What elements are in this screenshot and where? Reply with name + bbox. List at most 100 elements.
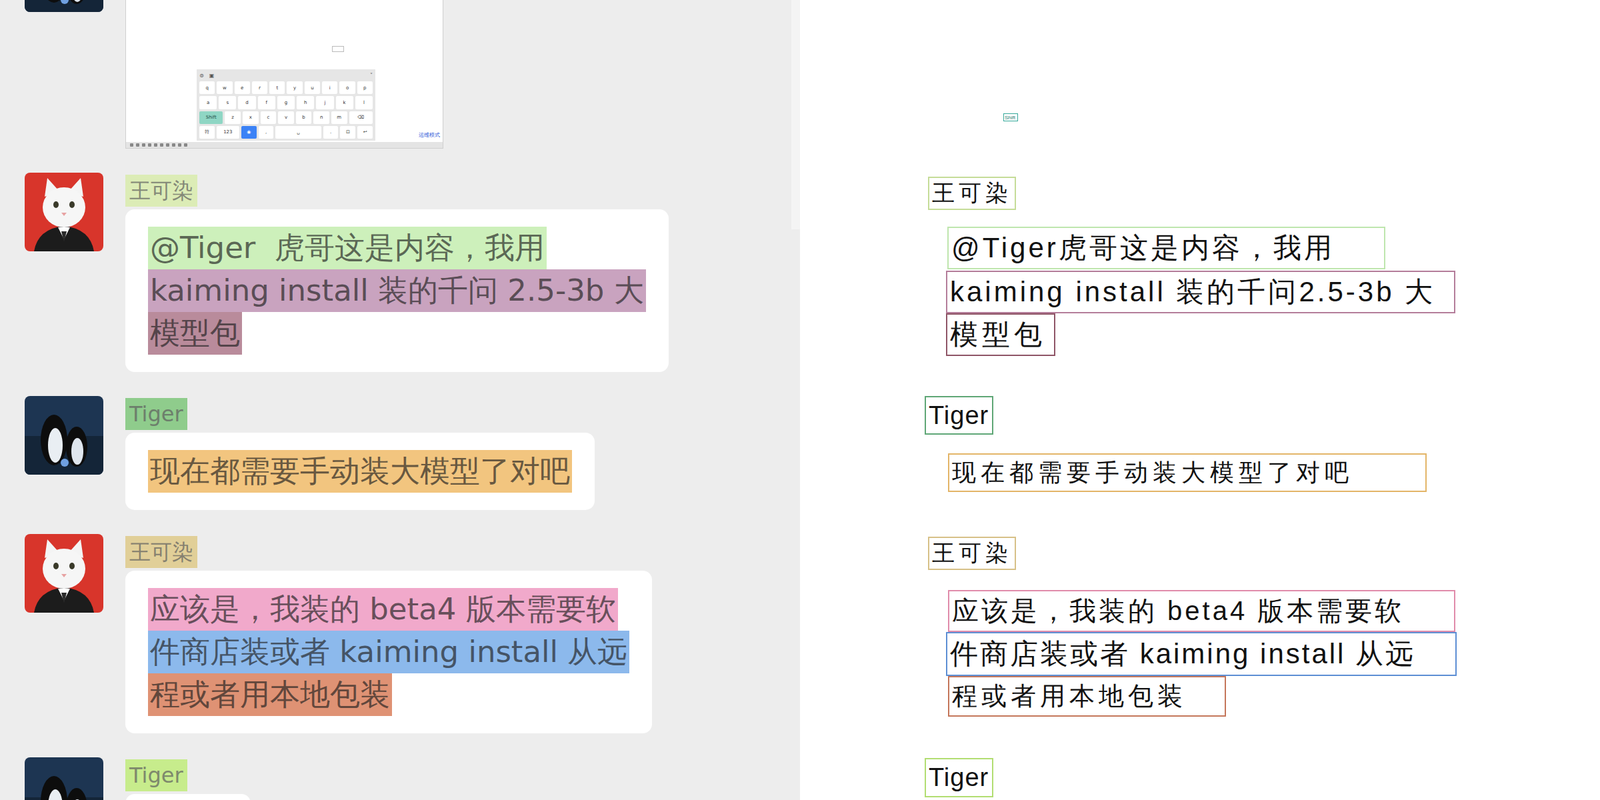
ocr-box: 现在都需要手动装大模型了对吧 [948,453,1427,492]
keyboard-key[interactable]: p [357,81,373,94]
message-bubble[interactable]: @Tiger 虎哥这是内容，我用kaiming install 装的千问 2.5… [125,209,669,372]
taskbar-app-icon[interactable] [148,143,152,147]
avatar[interactable] [24,396,104,475]
keyboard-key[interactable]: a [199,96,217,109]
ocr-box: kaiming install 装的千问2.5-3b 大 [946,270,1456,314]
ocr-text: 程或者用本地包装 [952,679,1187,714]
keyboard-key[interactable]: c [260,111,277,124]
message-row: ⊚ ▣ ˅ qwertyuiop asdfghjkl Shiftzxcvbnm⌫ 符123◉… [24,0,800,149]
keyboard-key[interactable]: g [277,96,295,109]
taskbar-app-icon[interactable] [160,143,164,147]
keyboard-key[interactable]: i [322,81,338,94]
keyboard-key[interactable]: e [234,81,250,94]
message-line-text: 件商店装或者 kaiming install 从远 [148,630,630,674]
keyboard-key[interactable]: w [216,81,232,94]
keyboard-key[interactable]: Shift [199,111,223,124]
keyboard-key[interactable]: m [331,111,348,124]
keyboard-key[interactable]: x [242,111,259,124]
message-line-text: 模型包 [148,312,242,355]
ocr-box: Tiger [924,396,994,435]
keyboard-key[interactable]: t [269,81,285,94]
keyboard-toolbar-button[interactable]: ˅ [370,72,373,79]
message-body: 王可染应该是，我装的 beta4 版本需要软件商店装或者 kaiming ins… [125,534,652,734]
ocr-panel: Shift王可染@Tiger虎哥这是内容，我用kaiming install 装… [800,0,1600,800]
sender-name-text: 王可染 [125,174,198,207]
keyboard-key[interactable]: b [296,111,312,124]
message-body: Tiger现在都需要手动装大模型了对吧 [125,396,595,510]
keyboard-key[interactable]: f [258,96,276,109]
keyboard-key[interactable]: . [323,126,339,139]
message-bubble[interactable] [125,794,251,800]
taskbar-app-icon[interactable] [142,143,146,147]
ocr-box: 程或者用本地包装 [948,676,1226,717]
sender-name: Tiger [125,757,188,792]
avatar[interactable] [24,534,104,613]
message-line: 件商店装或者 kaiming install 从远 [148,630,630,674]
sender-name-text: Tiger [125,398,188,430]
taskbar-app-icon[interactable] [172,143,176,147]
ocr-text: kaiming install 装的千问2.5-3b 大 [950,273,1436,311]
screenshot-thumbnail[interactable]: ⊚ ▣ ˅ qwertyuiop asdfghjkl Shiftzxcvbnm⌫ 符123◉… [125,0,444,149]
sender-name-text: Tiger [125,759,188,792]
keyboard-key[interactable]: ⊡ [340,126,356,139]
taskbar-app-icon[interactable] [166,143,170,147]
keyboard-key[interactable]: n [313,111,330,124]
ocr-box: 模型包 [946,313,1056,356]
keyboard-key[interactable]: o [339,81,355,94]
keyboard-key[interactable]: ⌫ [349,111,373,124]
ocr-text: 现在都需要手动装大模型了对吧 [952,456,1354,490]
keyboard-key[interactable]: k [336,96,354,109]
cat-avatar-icon [24,172,104,252]
keyboard-key[interactable]: s [218,96,236,109]
message-row: Tiger [24,757,800,800]
keyboard-key[interactable]: z [224,111,241,124]
keyboard-key[interactable]: y [286,81,302,94]
message-row: 王可染应该是，我装的 beta4 版本需要软件商店装或者 kaiming ins… [24,534,800,734]
keyboard-key[interactable]: ◉ [241,126,257,139]
taskbar-app-icon[interactable] [154,143,158,147]
keyboard-key[interactable]: ↩ [357,126,373,139]
keyboard-toolbar-button[interactable]: ▣ [209,72,215,79]
keyboard-key[interactable]: v [278,111,294,124]
keyboard-key[interactable]: q [199,81,215,94]
message-body: ⊚ ▣ ˅ qwertyuiop asdfghjkl Shiftzxcvbnm⌫ 符123◉… [125,0,444,149]
ocr-text: 应该是，我装的 beta4 版本需要软 [952,592,1404,630]
keyboard-key[interactable]: j [316,96,334,109]
keyboard-key[interactable]: r [252,81,268,94]
ocr-text: Tiger [928,763,989,792]
message-line-text: 应该是，我装的 beta4 版本需要软 [148,588,618,631]
keyboard-key[interactable]: d [238,96,256,109]
keyboard-key[interactable]: l [355,96,373,109]
scrollbar[interactable] [791,0,800,230]
ocr-box: 应该是，我装的 beta4 版本需要软 [948,590,1456,632]
ocr-box: 件商店装或者 kaiming install 从远 [946,632,1457,676]
message-body: 王可染@Tiger 虎哥这是内容，我用kaiming install 装的千问 … [125,172,669,372]
keyboard-key[interactable]: ␣ [275,126,321,139]
keyboard-key[interactable]: 符 [199,126,215,139]
taskbar-app-icon[interactable] [178,143,182,147]
taskbar [126,142,443,148]
screen: ⊚ ▣ ˅ qwertyuiop asdfghjkl Shiftzxcvbnm⌫ 符123◉… [0,0,1600,800]
ocr-box: @Tiger虎哥这是内容，我用 [947,226,1386,270]
avatar[interactable] [24,757,104,800]
taskbar-app-icon[interactable] [130,143,134,147]
ocr-box: 王可染 [928,536,1016,570]
message-bubble[interactable]: 应该是，我装的 beta4 版本需要软件商店装或者 kaiming instal… [125,570,652,734]
keyboard-key[interactable]: 123 [216,126,240,139]
avatar[interactable] [24,172,104,252]
keyboard-row: asdfghjkl [199,96,373,109]
message-list: ⊚ ▣ ˅ qwertyuiop asdfghjkl Shiftzxcvbnm⌫ 符123◉… [0,0,800,800]
message-line: @Tiger 虎哥这是内容，我用 [148,226,646,270]
taskbar-app-icon[interactable] [136,143,140,147]
penguin-avatar-icon [24,0,104,12]
ocr-text: @Tiger虎哥这是内容，我用 [951,229,1335,267]
keyboard-toolbar-button[interactable]: ⊚ [199,72,204,79]
sender-name: Tiger [125,396,188,430]
keyboard-key[interactable]: , [258,126,274,139]
message-bubble[interactable]: 现在都需要手动装大模型了对吧 [125,432,595,510]
message-row: Tiger现在都需要手动装大模型了对吧 [24,396,800,510]
taskbar-app-icon[interactable] [184,143,188,147]
keyboard-key[interactable]: u [304,81,320,94]
keyboard-key[interactable]: h [296,96,314,109]
avatar[interactable] [24,0,104,12]
